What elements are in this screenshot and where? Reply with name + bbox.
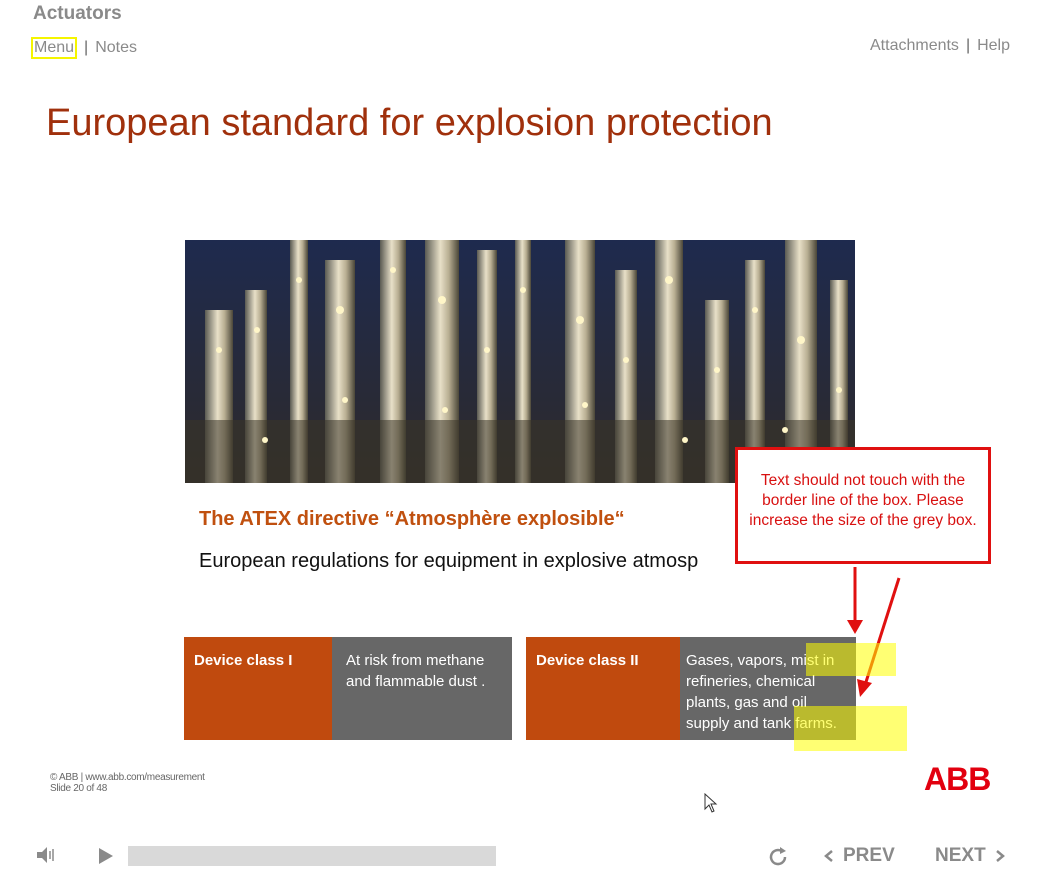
play-icon[interactable]	[98, 847, 114, 870]
replay-icon[interactable]	[766, 845, 790, 874]
notes-link[interactable]: Notes	[95, 39, 137, 57]
device-class-2-label: Device class II	[536, 652, 639, 669]
device-class-2-label-card: Device class II	[526, 637, 680, 740]
device-class-1-desc-card: At risk from methane and flammable dust …	[332, 637, 512, 740]
highlight-overlay	[794, 706, 907, 751]
device-class-1-label-card: Device class I	[184, 637, 332, 740]
slide-title: European standard for explosion protecti…	[46, 102, 773, 144]
device-class-1-label: Device class I	[194, 652, 293, 669]
app-title: Actuators	[33, 3, 122, 24]
subheading: The ATEX directive “Atmosphère explosibl…	[199, 508, 625, 530]
copyright-text: © ABB | www.abb.com/measurement	[50, 772, 205, 783]
prev-label: PREV	[843, 845, 895, 866]
chevron-left-icon	[824, 850, 833, 862]
review-comment-text: Text should not touch with the border li…	[749, 472, 977, 529]
body-text: European regulations for equipment in ex…	[199, 550, 699, 572]
mouse-cursor-icon	[704, 793, 718, 813]
menu-link[interactable]: Menu	[31, 37, 78, 59]
slide-counter: Slide 20 of 48	[50, 783, 107, 794]
progress-bar[interactable]	[128, 846, 496, 866]
nav-separator: |	[965, 37, 971, 54]
nav-separator: |	[84, 39, 89, 56]
next-label: NEXT	[935, 845, 986, 866]
next-button[interactable]: NEXT	[935, 845, 1006, 867]
abb-logo: ABB	[924, 761, 991, 797]
review-comment-box: Text should not touch with the border li…	[735, 447, 991, 564]
device-class-1-desc-line: At risk from methane	[346, 652, 485, 669]
volume-icon[interactable]	[36, 845, 58, 870]
chevron-right-icon	[995, 850, 1005, 862]
device-class-1-desc-line: and flammable dust .	[346, 673, 486, 690]
attachments-link[interactable]: Attachments	[870, 37, 959, 55]
topnav-left: Menu | Notes	[31, 37, 137, 59]
footer-note: © ABB | www.abb.com/measurement Slide 20…	[50, 772, 205, 794]
highlight-overlay	[806, 643, 896, 676]
prev-button[interactable]: PREV	[823, 845, 895, 867]
help-link[interactable]: Help	[977, 37, 1010, 55]
topnav-right: Attachments | Help	[870, 37, 1010, 55]
